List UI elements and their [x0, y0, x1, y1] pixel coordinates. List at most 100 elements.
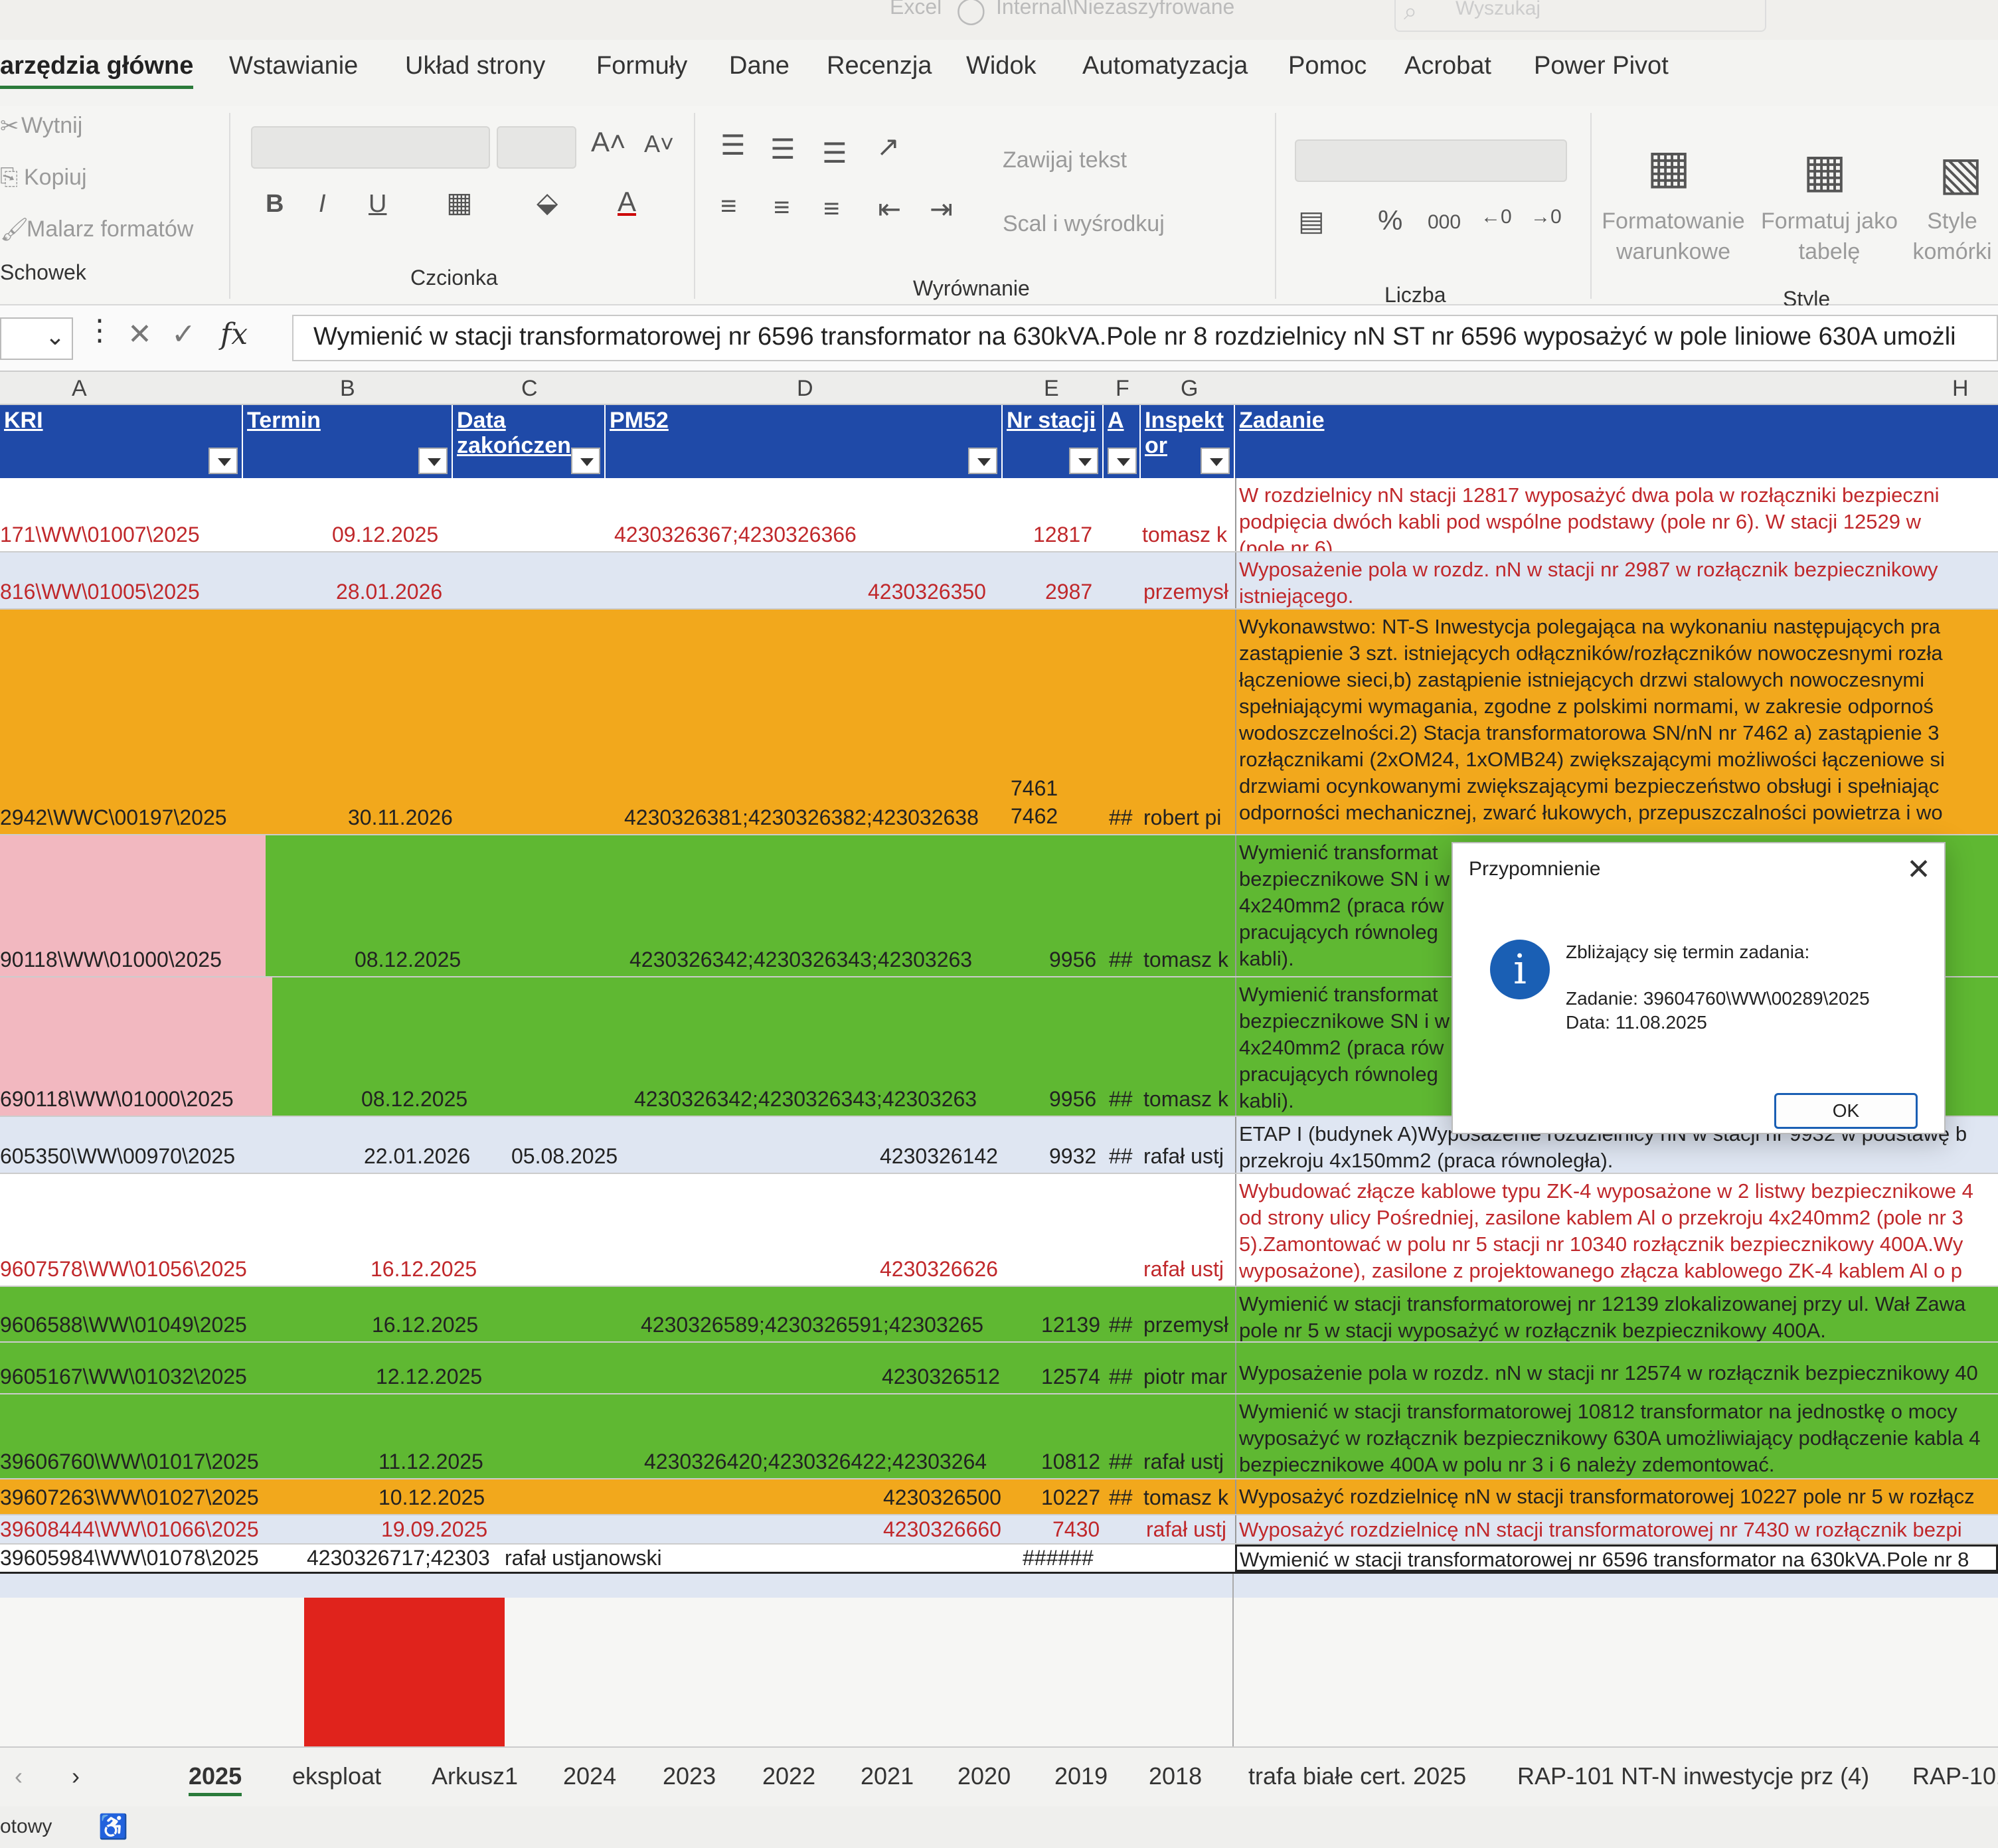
- sheet-tab-trafa[interactable]: trafa białe cert. 2025: [1248, 1762, 1466, 1790]
- cell-pm52[interactable]: 4230326589;4230326591;42303265: [641, 1313, 1009, 1337]
- column-header-e[interactable]: E: [1044, 376, 1059, 402]
- cell-kri[interactable]: 90118\WW\01000\2025: [0, 948, 222, 972]
- tab-help[interactable]: Pomoc: [1288, 52, 1367, 80]
- cell-pm52[interactable]: 4230326342;4230326343;42303263: [629, 948, 1008, 972]
- cell-termin[interactable]: 22.01.2026: [364, 1144, 470, 1169]
- format-painter-button[interactable]: Malarz formatów: [27, 216, 193, 242]
- table-row[interactable]: 39606760\WW\01017\2025 11.12.2025 423032…: [0, 1394, 1998, 1479]
- cell-inspektor[interactable]: rafał ustj: [1146, 1517, 1235, 1542]
- cell-kri[interactable]: 605350\WW\00970\2025: [0, 1144, 235, 1169]
- cell-termin[interactable]: 16.12.2025: [372, 1313, 478, 1337]
- font-size-select[interactable]: [497, 126, 576, 169]
- sort-filter-icon[interactable]: [571, 448, 600, 474]
- orientation-icon[interactable]: ↗: [876, 130, 900, 163]
- sheet-tab-2020[interactable]: 2020: [957, 1762, 1011, 1790]
- table-row[interactable]: 39607263\WW\01027\2025 10.12.2025 423032…: [0, 1479, 1998, 1515]
- tab-acrobat[interactable]: Acrobat: [1404, 52, 1491, 80]
- cell-a[interactable]: ##: [1109, 1485, 1133, 1510]
- cell-inspektor[interactable]: piotr mar: [1143, 1365, 1235, 1389]
- cell-zadanie[interactable]: Wymienić w stacji transformatorowej 1081…: [1235, 1394, 1998, 1478]
- sheet-tab-arkusz1[interactable]: Arkusz1: [432, 1762, 518, 1790]
- conditional-formatting-button[interactable]: Formatowanie warunkowe: [1600, 206, 1746, 267]
- cell-zadanie[interactable]: Wyposażyć rozdzielnicę nN stacji transfo…: [1235, 1515, 1998, 1543]
- cell-termin[interactable]: 28.01.2026: [336, 580, 442, 604]
- formula-input[interactable]: Wymienić w stacji transformatorowej nr 6…: [292, 315, 1998, 361]
- cell-pm52[interactable]: 4230326420;4230326422;42303264: [644, 1450, 1009, 1474]
- tab-page-layout[interactable]: Układ strony: [405, 52, 545, 80]
- cell-inspektor[interactable]: rafał ustj: [1143, 1257, 1235, 1282]
- cell-zadanie[interactable]: Wykonawstwo: NT-S Inwestycja polegająca …: [1235, 610, 1998, 834]
- cell-a[interactable]: ##: [1109, 948, 1133, 972]
- conditional-formatting-icon[interactable]: ▦: [1647, 139, 1691, 194]
- filter-dropdown-icon[interactable]: [418, 448, 448, 474]
- align-left-icon[interactable]: ≡: [720, 190, 737, 222]
- header-data-zakonczenia[interactable]: Data zakończen: [453, 405, 606, 478]
- cell-zadanie[interactable]: Wyposażenie pola w rozdz. nN w stacji nr…: [1235, 552, 1998, 608]
- cell-pm52[interactable]: 4230326500: [883, 1485, 1001, 1510]
- cell-termin[interactable]: 10.12.2025: [378, 1485, 485, 1510]
- cell-kri[interactable]: 816\WW\01005\2025: [0, 580, 200, 604]
- cell-termin[interactable]: 12.12.2025: [376, 1365, 482, 1389]
- cell-termin[interactable]: 08.12.2025: [361, 1087, 467, 1112]
- cell-a[interactable]: ##: [1109, 1144, 1133, 1169]
- table-row[interactable]: 39605984\WW\01078\2025 4230326717;42303 …: [0, 1545, 1998, 1574]
- number-format-select[interactable]: [1295, 139, 1567, 182]
- sheet-tab-rap101-4[interactable]: RAP-101 NT-N inwestycje prz (4): [1517, 1762, 1869, 1790]
- header-a[interactable]: A: [1104, 405, 1141, 478]
- sheet-tab-eksploat[interactable]: eksploat: [292, 1762, 381, 1790]
- header-pm52[interactable]: PM52: [606, 405, 1003, 478]
- underline-button[interactable]: U: [369, 190, 386, 218]
- cell-a[interactable]: ##: [1109, 1313, 1133, 1337]
- accessibility-icon[interactable]: ♿: [98, 1813, 128, 1841]
- cell-inspektor[interactable]: rafał ustj: [1143, 1450, 1235, 1474]
- sensitivity-label[interactable]: Internal\Niezaszyfrowane: [996, 0, 1234, 19]
- italic-button[interactable]: I: [319, 190, 326, 218]
- borders-icon[interactable]: ▦: [446, 186, 473, 218]
- cell-a[interactable]: ##: [1109, 805, 1133, 830]
- shrink-font-icon[interactable]: A˅: [644, 130, 674, 158]
- cell-termin[interactable]: 08.12.2025: [355, 948, 461, 972]
- sheet-tab-2019[interactable]: 2019: [1054, 1762, 1108, 1790]
- tab-insert[interactable]: Wstawianie: [229, 52, 358, 80]
- cell-nr-stacji[interactable]: 12817: [1033, 523, 1092, 547]
- sheet-tab-2022[interactable]: 2022: [762, 1762, 815, 1790]
- table-row[interactable]: 9605167\WW\01032\2025 12.12.2025 4230326…: [0, 1343, 1998, 1394]
- cell-inspektor[interactable]: tomasz k: [1143, 948, 1235, 972]
- cell-zadanie[interactable]: Wyposażenie pola w rozdz. nN w stacji nr…: [1235, 1343, 1998, 1393]
- cell-termin[interactable]: 16.12.2025: [371, 1257, 477, 1282]
- cell-kri[interactable]: 39605984\WW\01078\2025: [0, 1546, 259, 1570]
- cut-button[interactable]: Wytnij: [21, 113, 82, 139]
- copy-button[interactable]: Kopiuj: [24, 165, 87, 191]
- column-header-f[interactable]: F: [1116, 376, 1129, 402]
- cell-nr-stacji[interactable]: 7461 7462: [1011, 774, 1064, 830]
- cell-kri[interactable]: 39606760\WW\01017\2025: [0, 1450, 259, 1474]
- tab-data[interactable]: Dane: [729, 52, 790, 80]
- tab-power-pivot[interactable]: Power Pivot: [1534, 52, 1669, 80]
- cell-inspektor[interactable]: robert pi: [1143, 805, 1235, 830]
- align-top-icon[interactable]: ☰: [720, 129, 746, 161]
- format-as-table-icon[interactable]: ▦: [1803, 143, 1847, 198]
- name-box[interactable]: ⌄: [0, 317, 73, 360]
- cell-kri[interactable]: 9606588\WW\01049\2025: [0, 1313, 247, 1337]
- cell-pm52[interactable]: 4230326142: [880, 1144, 998, 1169]
- search-input[interactable]: ⌕ Wyszukaj: [1394, 0, 1766, 32]
- cell-nr-stacji[interactable]: 9956: [1049, 1087, 1096, 1112]
- cell-kri[interactable]: 9607578\WW\01056\2025: [0, 1257, 247, 1282]
- sheet-tab-2025[interactable]: 2025: [189, 1762, 242, 1796]
- cell-termin[interactable]: 09.12.2025: [332, 523, 438, 547]
- cell-kri[interactable]: 2942\WWC\00197\2025: [0, 805, 227, 830]
- decrease-indent-icon[interactable]: ⇤: [878, 193, 901, 225]
- cell-nr-stacji[interactable]: 7430: [1052, 1517, 1100, 1542]
- cell-termin[interactable]: 30.11.2026: [348, 805, 453, 830]
- tab-automate[interactable]: Automatyzacja: [1082, 52, 1248, 80]
- accounting-icon[interactable]: ▤: [1298, 205, 1325, 237]
- cell-nr-stacji[interactable]: 12574: [1041, 1365, 1100, 1389]
- column-header-d[interactable]: D: [797, 376, 813, 402]
- cell-termin[interactable]: 19.09.2025: [381, 1517, 487, 1542]
- tab-home[interactable]: arzędzia główne: [0, 52, 194, 89]
- table-row[interactable]: 9606588\WW\01049\2025 16.12.2025 4230326…: [0, 1287, 1998, 1343]
- enter-icon[interactable]: ✓: [171, 317, 196, 351]
- filter-dropdown-icon[interactable]: [1201, 448, 1230, 474]
- align-center-icon[interactable]: ≡: [774, 191, 790, 223]
- cell-data-zakonczenia[interactable]: rafał ustjanowski: [505, 1546, 662, 1570]
